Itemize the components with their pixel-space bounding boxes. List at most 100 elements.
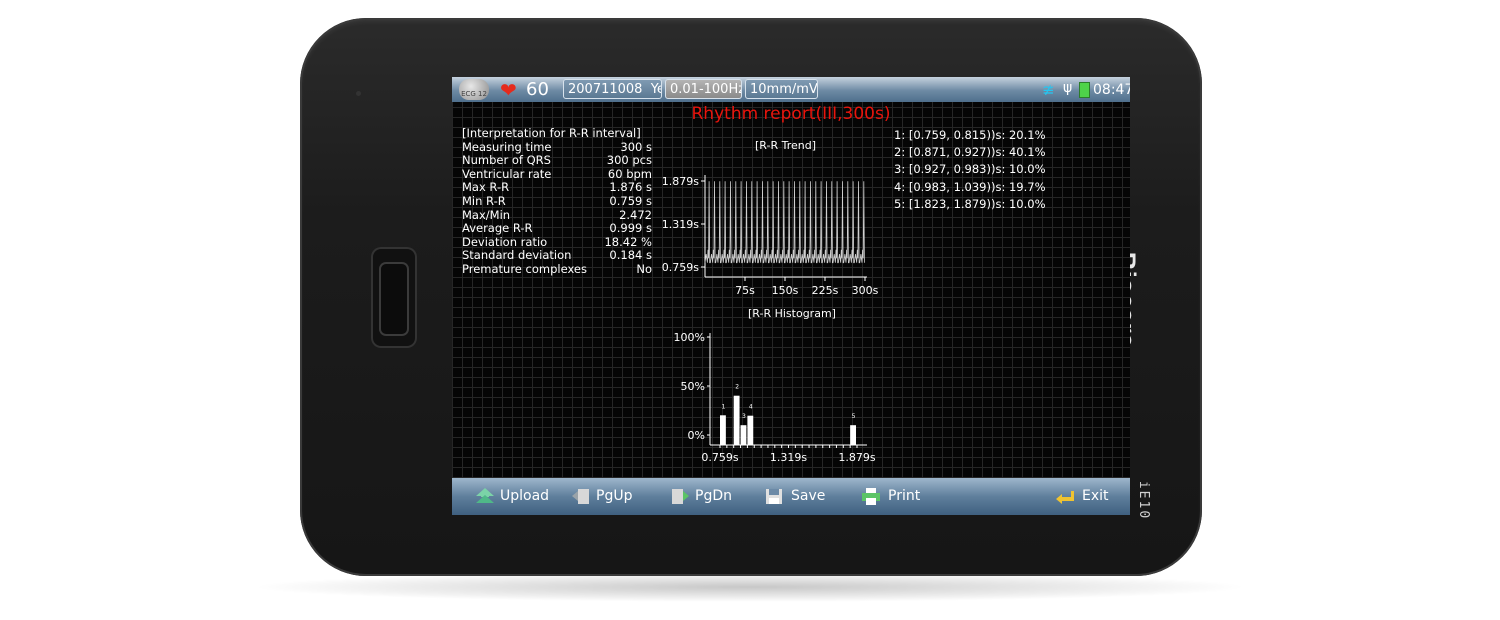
interpretation-label: Number of QRS — [462, 153, 551, 168]
hist-x-tick-label: 1.879s — [838, 451, 875, 464]
interpretation-label: Deviation ratio — [462, 234, 548, 249]
pgup-button[interactable]: PgUp — [572, 478, 632, 515]
exit-icon — [1056, 491, 1074, 504]
patient-id-suffix: Ye — [650, 82, 661, 97]
interpretation-rows: Measuring time 300 s Number of QRS 300 pcs V… — [462, 139, 652, 277]
interpretation-label: Ventricular rate — [462, 166, 552, 181]
histogram-chart-title: [R-R Histogram] — [748, 307, 836, 320]
hist-y-tick-label: 0% — [688, 429, 705, 442]
hist-bar-label: 5 — [852, 413, 856, 420]
model-label: iE10 — [1136, 480, 1152, 521]
print-button[interactable]: Print — [862, 478, 920, 515]
interpretation-value: 0.184 s — [609, 248, 652, 263]
interpretation-value: 18.42 % — [604, 234, 652, 249]
interpretation-label: Measuring time — [462, 139, 552, 154]
hist-x-tick-label: 0.759s — [701, 451, 738, 464]
interpretation-row: Number of QRS 300 pcs — [462, 154, 652, 168]
histogram-bin-item: 1: [0.759, 0.815))s: 20.1% — [894, 128, 1046, 142]
interpretation-panel: [Interpretation for R-R interval] Measur… — [462, 126, 652, 277]
interpretation-label: Average R-R — [462, 221, 533, 236]
clock: 08:47 — [1093, 82, 1130, 98]
bottom-toolbar: Upload PgUp PgDn Save Print Exit — [452, 478, 1130, 515]
hist-bar-label: 4 — [749, 404, 753, 411]
rr-histogram-chart: 100% 50% 0% 0.759s 1.319s 1.879s 1 2 34 5 — [674, 331, 876, 464]
interpretation-row: Min R-R 0.759 s — [462, 193, 652, 209]
interpretation-row: Deviation ratio 18.42 % — [462, 234, 652, 250]
status-bar: ECG 12 ❤ 60 200711008 Ye 0.01-100Hz 10mm… — [452, 77, 1130, 102]
save-icon — [766, 489, 782, 504]
interpretation-row: Average R-R 0.999 s — [462, 222, 652, 236]
interpretation-value: 1.876 s — [609, 180, 652, 195]
interpretation-row: Max/Min 2.472 — [462, 207, 652, 223]
interpretation-value: 300 pcs — [606, 153, 652, 168]
trend-y-tick-label: 0.759s — [662, 261, 699, 274]
hist-bar — [850, 425, 856, 445]
histogram-bin-item: 3: [0.927, 0.983))s: 10.0% — [894, 162, 1046, 177]
trend-x-tick-label: 225s — [812, 284, 839, 297]
patient-id-field[interactable]: 200711008 Ye — [563, 79, 662, 99]
hist-bar — [740, 425, 747, 445]
pgdn-button[interactable]: PgDn — [671, 478, 732, 515]
interpretation-label: Premature complexes — [462, 261, 587, 276]
page-down-icon — [672, 489, 689, 504]
save-label: Save — [791, 488, 826, 504]
device-screen: ECG 12 ❤ 60 200711008 Ye 0.01-100Hz 10mm… — [452, 77, 1130, 515]
save-button[interactable]: Save — [765, 478, 825, 515]
hist-bar — [720, 415, 726, 445]
front-camera — [356, 91, 361, 96]
wifi-icon: ≇ — [1042, 81, 1055, 99]
rr-trend-chart: 1.879s 1.319s 0.759s 75s 150s 225s 300s — [662, 175, 879, 297]
hist-x-tick-label: 1.319s — [770, 451, 807, 464]
ecg-mode-label: ECG 12 — [461, 90, 487, 98]
interpretation-row: Premature complexes No — [462, 261, 652, 277]
trend-x-tick-label: 300s — [852, 284, 879, 297]
trend-x-tick-label: 75s — [735, 284, 755, 297]
hist-bar — [747, 415, 754, 445]
histogram-bin-item: 5: [1.823, 1.879))s: 10.0% — [894, 196, 1046, 211]
interpretation-value: 0.759 s — [609, 193, 652, 208]
hist-bar-label: 2 — [735, 384, 739, 391]
trend-chart-title: [R-R Trend] — [755, 139, 816, 152]
trend-y-tick-label: 1.879s — [662, 175, 699, 188]
usb-icon: ψ — [1063, 80, 1073, 96]
histogram-bin-item: 2: [0.871, 0.927))s: 40.1% — [894, 145, 1046, 160]
interpretation-header: [Interpretation for R-R interval] — [462, 126, 641, 140]
device-shadow — [250, 572, 1250, 602]
histogram-bin-item: 4: [0.983, 1.039))s: 19.7% — [894, 179, 1046, 194]
pgup-label: PgUp — [596, 488, 633, 504]
filter-button[interactable]: 0.01-100Hz — [665, 79, 742, 99]
interpretation-label: Max R-R — [462, 180, 510, 195]
interpretation-label: Standard deviation — [462, 248, 572, 263]
interpretation-value: 60 bpm — [607, 166, 652, 181]
interpretation-row: Max R-R 1.876 s — [462, 181, 652, 195]
home-button-inner[interactable] — [379, 262, 409, 336]
trend-x-tick-label: 150s — [772, 284, 799, 297]
histogram-bins-list: 1: [0.759, 0.815))s: 20.1% 2: [0.871, 0.9… — [894, 127, 1046, 213]
upload-icon — [476, 488, 494, 503]
hist-y-tick-label: 50% — [681, 380, 705, 393]
print-icon — [862, 488, 880, 505]
exit-label: Exit — [1082, 488, 1109, 504]
page-up-icon — [572, 489, 589, 504]
battery-icon — [1079, 82, 1090, 98]
interpretation-value: No — [636, 261, 652, 276]
interpretation-value: 2.472 — [619, 207, 652, 222]
patient-id: 200711008 — [568, 82, 643, 97]
interpretation-row: Standard deviation 0.184 s — [462, 249, 652, 263]
interpretation-row: Ventricular rate 60 bpm — [462, 166, 652, 182]
interpretation-row: Measuring time 300 s — [462, 139, 652, 155]
exit-button[interactable]: Exit — [1056, 478, 1109, 515]
ecg-mode-icon[interactable]: ECG 12 — [459, 79, 489, 100]
trend-series-line — [704, 181, 865, 264]
trend-y-tick-label: 1.319s — [662, 218, 699, 231]
hist-bar — [733, 395, 740, 445]
heart-icon: ❤ — [500, 78, 517, 102]
heart-rate-value: 60 — [526, 79, 549, 100]
upload-button[interactable]: Upload — [476, 478, 549, 515]
print-label: Print — [888, 488, 921, 504]
gain-button[interactable]: 10mm/mV — [745, 79, 818, 99]
hist-bar-label: 1 — [722, 403, 726, 410]
interpretation-value: 0.999 s — [609, 221, 652, 236]
pgdn-label: PgDn — [695, 488, 732, 504]
interpretation-label: Max/Min — [462, 207, 511, 222]
